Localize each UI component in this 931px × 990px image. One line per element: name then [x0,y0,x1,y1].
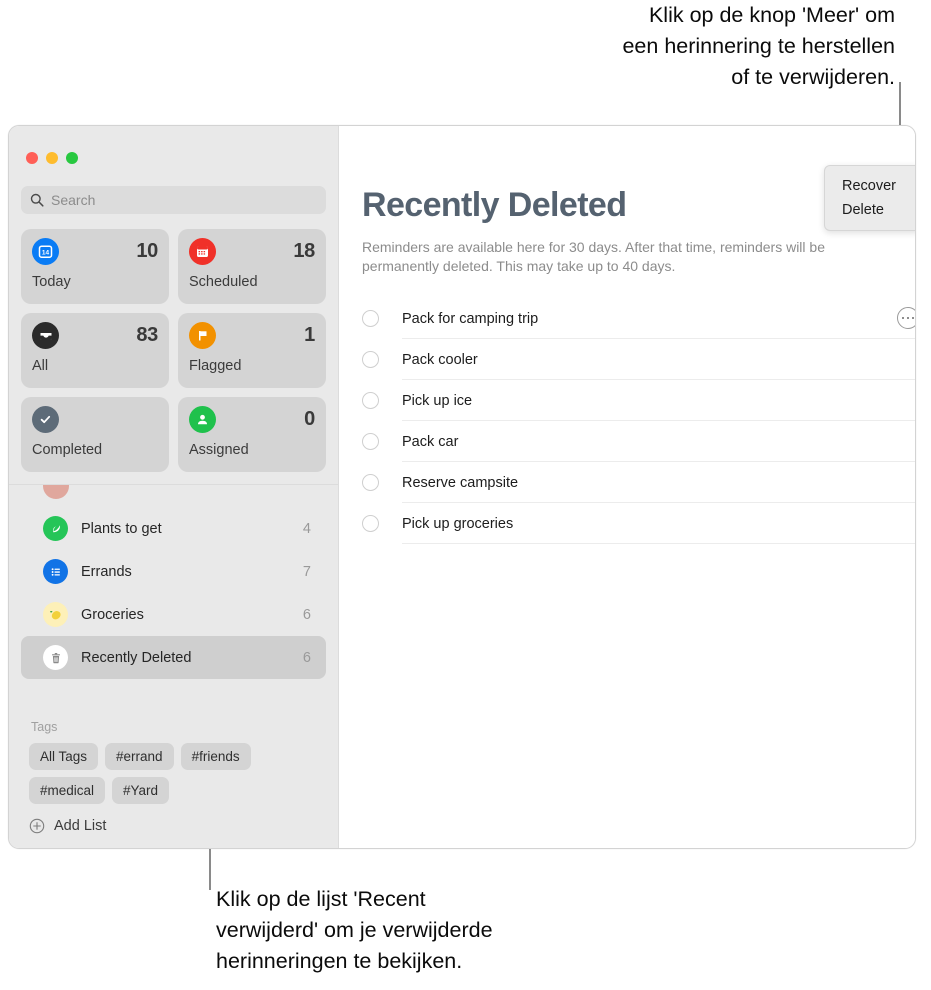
smart-list-count: 18 [293,240,315,262]
close-button[interactable] [26,152,38,164]
list-count: 6 [302,606,311,623]
reminder-checkbox[interactable] [362,392,379,409]
list-label: Errands [81,563,132,580]
tag-chip-friends[interactable]: #friends [180,743,251,770]
window-traffic-lights [9,126,338,164]
smart-list-flagged[interactable]: 1 Flagged [178,313,326,388]
reminder-title: Pick up groceries [402,515,514,532]
bullet-list-icon [43,559,68,584]
user-lists-scroll-area[interactable]: Plants to get 4 Errands 7 Groceries 6 Re… [9,484,338,712]
tag-chip-yard[interactable]: #Yard [112,777,170,804]
leaf-icon [43,516,68,541]
svg-text:14: 14 [42,250,50,257]
tags-section: Tags All Tags #errand #friends #medical … [9,712,338,804]
more-popup-menu: Recover Delete [824,165,915,231]
reminder-row[interactable]: Pack cooler [362,339,915,380]
zoom-button[interactable] [66,152,78,164]
reminder-list: Pack for camping trip Pack cooler Pick u… [362,298,915,544]
reminder-title: Reserve campsite [402,474,519,491]
sidebar-item-plants-to-get[interactable]: Plants to get 4 [21,507,326,550]
menu-item-delete[interactable]: Delete [825,198,915,222]
smart-list-label: All [32,358,49,374]
add-list-label: Add List [54,818,107,834]
screenshot-root: Klik op de knop 'Meer' om een herinnerin… [0,0,931,990]
tag-chip-errand[interactable]: #errand [105,743,174,770]
search-input-placeholder: Search [51,192,96,208]
ellipsis-icon [911,316,915,320]
reminder-row[interactable]: Pick up ice [362,380,915,421]
list-count: 6 [302,649,311,666]
list-label: Groceries [81,606,144,623]
sidebar-item-recently-deleted[interactable]: Recently Deleted 6 [21,636,326,679]
list-label: Recently Deleted [81,649,192,666]
ellipsis-icon [906,316,910,320]
reminder-checkbox[interactable] [362,433,379,450]
reminder-checkbox[interactable] [362,515,379,532]
smart-list-completed[interactable]: Completed [21,397,169,472]
smart-list-label: Scheduled [189,274,258,290]
reminder-title: Pack for camping trip [402,310,539,327]
tags-heading: Tags [31,720,58,734]
checkmark-icon [32,406,59,433]
smart-list-count: 0 [304,408,315,430]
list-count: 4 [302,520,311,537]
person-icon [189,406,216,433]
smart-lists-grid: 14 10 Today 18 Scheduled 83 All 1 Flagge… [21,229,326,472]
annotation-bottom-text: Klik op de lijst 'Recent verwijderd' om … [216,887,493,973]
calendar-icon [189,238,216,265]
smart-list-label: Assigned [189,442,249,458]
smart-list-label: Completed [32,442,103,458]
more-button[interactable] [897,307,915,329]
reminder-separator [402,543,915,544]
smart-list-scheduled[interactable]: 18 Scheduled [178,229,326,304]
reminder-checkbox[interactable] [362,351,379,368]
minimize-button[interactable] [46,152,58,164]
smart-list-label: Flagged [189,358,242,374]
annotation-top-text: Klik op de knop 'Meer' om een herinnerin… [622,3,895,89]
smart-list-label: Today [32,274,71,290]
reminder-title: Pack cooler [402,351,478,368]
smart-list-today[interactable]: 14 10 Today [21,229,169,304]
search-field[interactable]: Search [21,186,326,214]
content-pane: Recently Deleted Reminders are available… [339,126,915,848]
add-list-button[interactable]: Add List [9,804,338,848]
sidebar-item-errands[interactable]: Errands 7 [21,550,326,593]
reminder-row[interactable]: Pick up groceries [362,503,915,544]
smart-list-all[interactable]: 83 All [21,313,169,388]
smart-list-assigned[interactable]: 0 Assigned [178,397,326,472]
reminder-title: Pack car [402,433,459,450]
lemon-icon [43,602,68,627]
sidebar-item-groceries[interactable]: Groceries 6 [21,593,326,636]
reminders-app-window: Search 14 10 Today 18 Scheduled 83 All 1… [8,125,916,849]
tags-chip-list: All Tags #errand #friends #medical #Yard [21,743,326,804]
page-subtitle: Reminders are available here for 30 days… [362,239,825,274]
calendar-day-icon: 14 [32,238,59,265]
menu-item-recover[interactable]: Recover [825,174,915,198]
sidebar: Search 14 10 Today 18 Scheduled 83 All 1… [9,126,339,848]
plus-circle-icon [29,818,45,834]
smart-list-count: 1 [304,324,315,346]
search-icon [30,193,44,207]
tag-chip-medical[interactable]: #medical [29,777,106,804]
flag-icon [189,322,216,349]
trash-icon [43,645,68,670]
inbox-tray-icon [32,322,59,349]
reminder-checkbox[interactable] [362,474,379,491]
user-lists: Plants to get 4 Errands 7 Groceries 6 Re… [9,485,338,679]
smart-list-count: 10 [136,240,158,262]
reminder-row[interactable]: Pack car [362,421,915,462]
list-count: 7 [302,563,311,580]
reminder-row[interactable]: Reserve campsite [362,462,915,503]
smart-list-count: 83 [136,324,158,346]
ellipsis-icon [901,316,905,320]
reminder-row[interactable]: Pack for camping trip [362,298,915,339]
reminder-checkbox[interactable] [362,310,379,327]
list-label: Plants to get [81,520,162,537]
reminder-title: Pick up ice [402,392,473,409]
tag-chip-all-tags[interactable]: All Tags [29,743,99,770]
